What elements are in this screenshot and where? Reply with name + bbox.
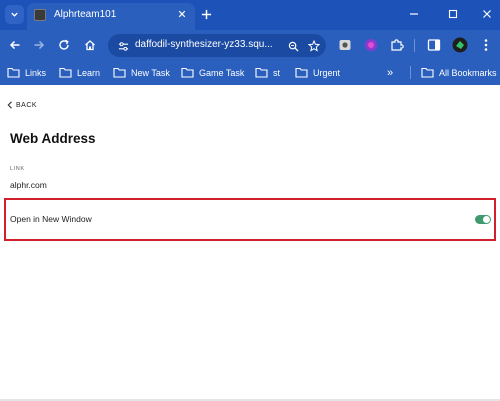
reload-button[interactable] <box>55 36 73 54</box>
tab-close-button[interactable] <box>175 7 189 21</box>
bookmark-label: Links <box>25 67 47 78</box>
home-button[interactable] <box>81 36 99 54</box>
bookmark-label: New Task <box>131 67 170 78</box>
folder-icon <box>295 67 308 78</box>
arrow-right-icon <box>34 40 45 50</box>
tab-search-button[interactable] <box>5 5 24 24</box>
bookmark-star-icon[interactable] <box>307 39 321 53</box>
open-in-new-window-label: Open in New Window <box>10 214 92 224</box>
bookmark-new-task[interactable]: New Task <box>113 65 170 80</box>
reload-icon <box>59 39 69 50</box>
folder-icon <box>181 67 194 78</box>
folder-icon <box>7 67 20 78</box>
url-text[interactable]: daffodil-synthesizer-yz33.squ... <box>135 39 283 50</box>
page-title: Web Address <box>10 131 96 146</box>
back-label: BACK <box>16 101 38 109</box>
tab-strip: Alphrteam101 <box>0 0 500 30</box>
open-in-new-window-row: Open in New Window <box>4 198 496 241</box>
toolbar-divider <box>414 39 415 52</box>
bookmark-st[interactable]: st <box>255 65 280 80</box>
bookmark-urgent[interactable]: Urgent <box>295 65 340 80</box>
extension-color-icon[interactable] <box>363 37 379 53</box>
tab-title: Alphrteam101 <box>54 9 117 20</box>
browser-toolbar: daffodil-synthesizer-yz33.squ... <box>0 30 500 60</box>
site-favicon-icon <box>34 9 46 21</box>
arrow-left-icon <box>9 40 20 50</box>
bookmarks-overflow-button[interactable]: » <box>387 65 393 80</box>
zoom-icon[interactable] <box>286 39 300 53</box>
toggle-knob <box>483 216 490 223</box>
chevron-left-icon <box>7 101 12 109</box>
link-field-value[interactable]: alphr.com <box>10 180 47 190</box>
side-panel-icon[interactable] <box>426 37 442 53</box>
home-icon <box>85 40 95 51</box>
maximize-button[interactable] <box>444 5 462 23</box>
close-icon <box>178 10 186 18</box>
folder-icon <box>421 67 434 78</box>
bookmark-label: Game Task <box>199 67 245 78</box>
folder-icon <box>255 67 268 78</box>
new-tab-button[interactable] <box>199 7 214 22</box>
chevron-down-icon <box>11 12 18 17</box>
all-bookmarks-button[interactable]: All Bookmarks <box>421 65 497 80</box>
bookmark-label: Urgent <box>313 67 341 78</box>
maximize-icon <box>448 9 458 19</box>
back-link[interactable]: BACK <box>7 101 37 109</box>
minimize-icon <box>410 13 418 15</box>
minimize-button[interactable] <box>405 5 423 23</box>
extensions-puzzle-icon[interactable] <box>389 37 405 53</box>
link-field-label: LINK <box>10 166 25 172</box>
close-icon <box>483 10 491 18</box>
browser-tab[interactable]: Alphrteam101 <box>27 3 195 30</box>
folder-icon <box>113 67 126 78</box>
bookmark-game-task[interactable]: Game Task <box>181 65 244 80</box>
extension-camera-icon[interactable] <box>337 37 353 53</box>
address-bar[interactable]: daffodil-synthesizer-yz33.squ... <box>108 34 326 57</box>
close-window-button[interactable] <box>478 5 496 23</box>
bookmark-links[interactable]: Links <box>7 65 46 80</box>
all-bookmarks-label: All Bookmarks <box>439 67 497 78</box>
bookmarks-divider <box>410 66 411 79</box>
more-menu-icon[interactable] <box>478 37 494 53</box>
bookmarks-bar: Links Learn New Task Game Task st Urgent… <box>0 60 500 85</box>
site-info-icon[interactable] <box>116 39 130 53</box>
bookmark-label: Learn <box>77 67 101 78</box>
plus-icon <box>201 9 212 20</box>
forward-nav-button[interactable] <box>30 36 48 54</box>
bookmark-learn[interactable]: Learn <box>59 65 100 80</box>
folder-icon <box>59 67 72 78</box>
bookmark-label: st <box>273 67 281 78</box>
open-in-new-window-toggle[interactable] <box>475 215 491 224</box>
page-content: BACK Web Address LINK alphr.com Open in … <box>0 85 500 401</box>
back-nav-button[interactable] <box>6 36 24 54</box>
profile-avatar[interactable] <box>452 37 468 53</box>
